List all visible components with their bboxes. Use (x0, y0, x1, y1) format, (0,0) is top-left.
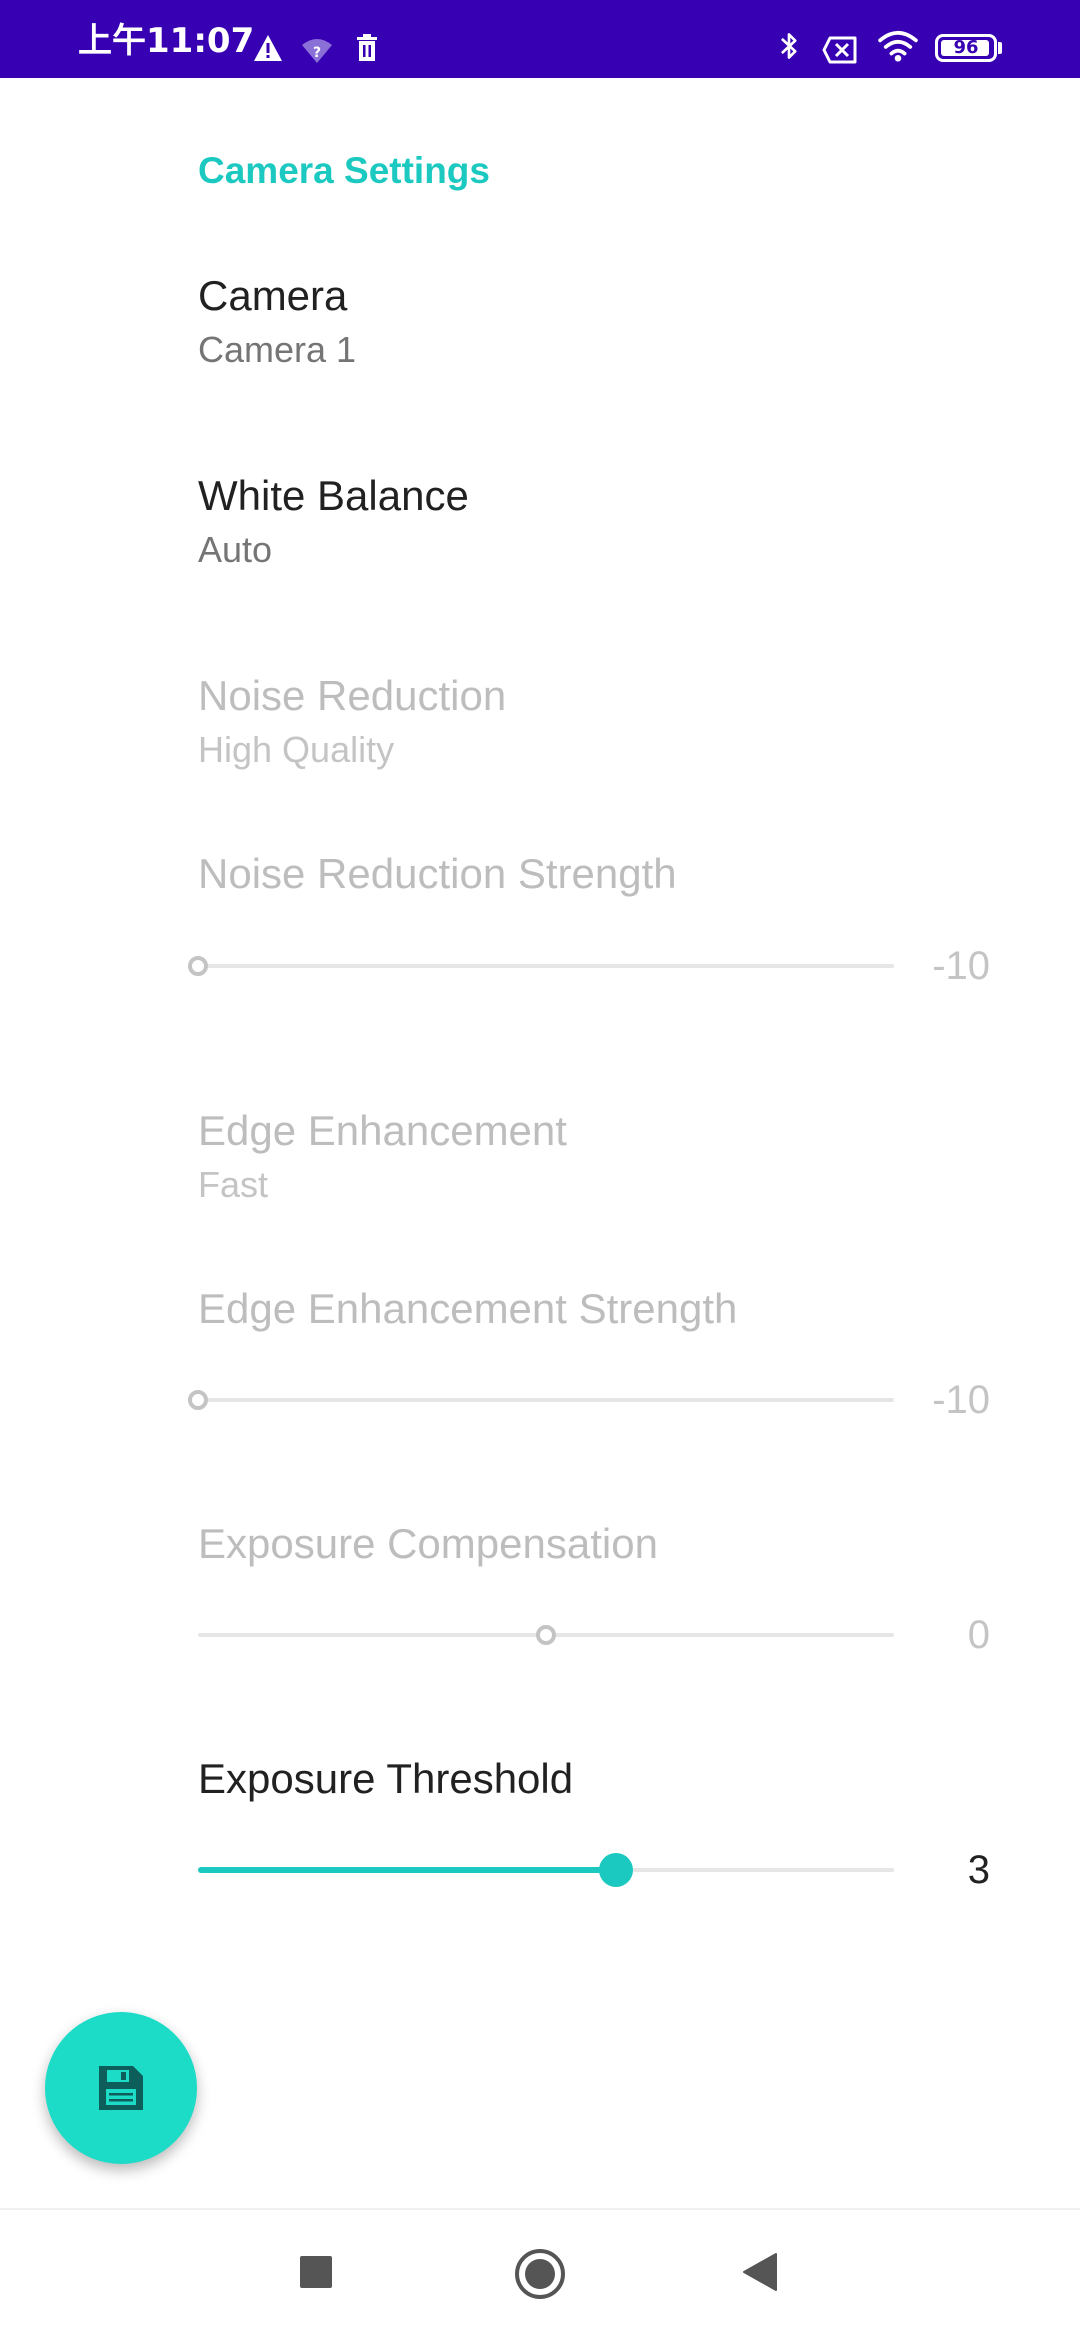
slider-thumb[interactable] (598, 1853, 633, 1887)
edge-enhancement-summary: Fast (198, 1164, 269, 1205)
wifi-question-icon: ? (302, 39, 332, 63)
noise-reduction-summary: High Quality (198, 729, 395, 770)
battery-level: 96 (953, 37, 979, 58)
edge-enhancement-strength-slider (188, 1380, 894, 1420)
save-icon (99, 2066, 143, 2110)
exposure-threshold-slider[interactable] (198, 1850, 894, 1890)
slider-thumb (188, 1390, 208, 1410)
status-bar: 上午11:07 ? 96 (0, 0, 1080, 78)
exposure-threshold-value: 3 (967, 1848, 990, 1892)
slider-thumb (536, 1625, 556, 1645)
exposure-compensation-slider (198, 1615, 894, 1655)
noise-reduction-preference: Noise Reduction High Quality (0, 650, 1080, 810)
category-title: Camera Settings (198, 150, 490, 191)
camera-title: Camera (198, 272, 348, 319)
noise-reduction-strength-title: Noise Reduction Strength (198, 850, 677, 897)
wifi-icon (878, 30, 918, 62)
home-button[interactable] (514, 2248, 566, 2305)
exposure-compensation-value: 0 (967, 1613, 990, 1657)
slider-thumb (188, 956, 208, 976)
exposure-threshold-title: Exposure Threshold (198, 1755, 574, 1802)
edge-enhancement-strength-value: -10 (932, 1378, 990, 1422)
camera-summary: Camera 1 (198, 329, 357, 370)
bluetooth-icon (780, 33, 797, 59)
recents-icon (300, 2256, 332, 2288)
slider-active-track (198, 1867, 616, 1873)
noise-reduction-title: Noise Reduction (198, 672, 507, 719)
slider-track (198, 964, 894, 968)
save-button[interactable] (45, 2012, 197, 2164)
back-button[interactable] (742, 2252, 778, 2297)
camera-preference[interactable]: Camera Camera 1 (0, 250, 1080, 410)
slider-track (198, 1398, 894, 1402)
white-balance-preference[interactable]: White Balance Auto (0, 450, 1080, 610)
recents-button[interactable] (300, 2256, 332, 2293)
warning-icon (254, 35, 282, 61)
battery-icon: 96 (935, 34, 997, 62)
edge-enhancement-strength-title: Edge Enhancement Strength (198, 1285, 738, 1332)
status-time: 上午11:07 (78, 21, 255, 61)
back-icon (743, 2253, 777, 2291)
exposure-compensation-title: Exposure Compensation (198, 1520, 658, 1567)
battery-tip (998, 42, 1002, 54)
edge-enhancement-title: Edge Enhancement (198, 1107, 567, 1154)
svg-text:?: ? (313, 45, 321, 61)
navigation-bar (0, 2208, 1080, 2342)
sim-off-icon (822, 36, 857, 64)
white-balance-title: White Balance (198, 472, 469, 519)
trash-icon (357, 34, 377, 61)
home-icon (515, 2249, 565, 2299)
white-balance-summary: Auto (198, 529, 273, 570)
noise-reduction-strength-value: -10 (932, 944, 990, 988)
noise-reduction-strength-slider (188, 946, 894, 986)
edge-enhancement-preference: Edge Enhancement Fast (0, 1085, 1080, 1245)
